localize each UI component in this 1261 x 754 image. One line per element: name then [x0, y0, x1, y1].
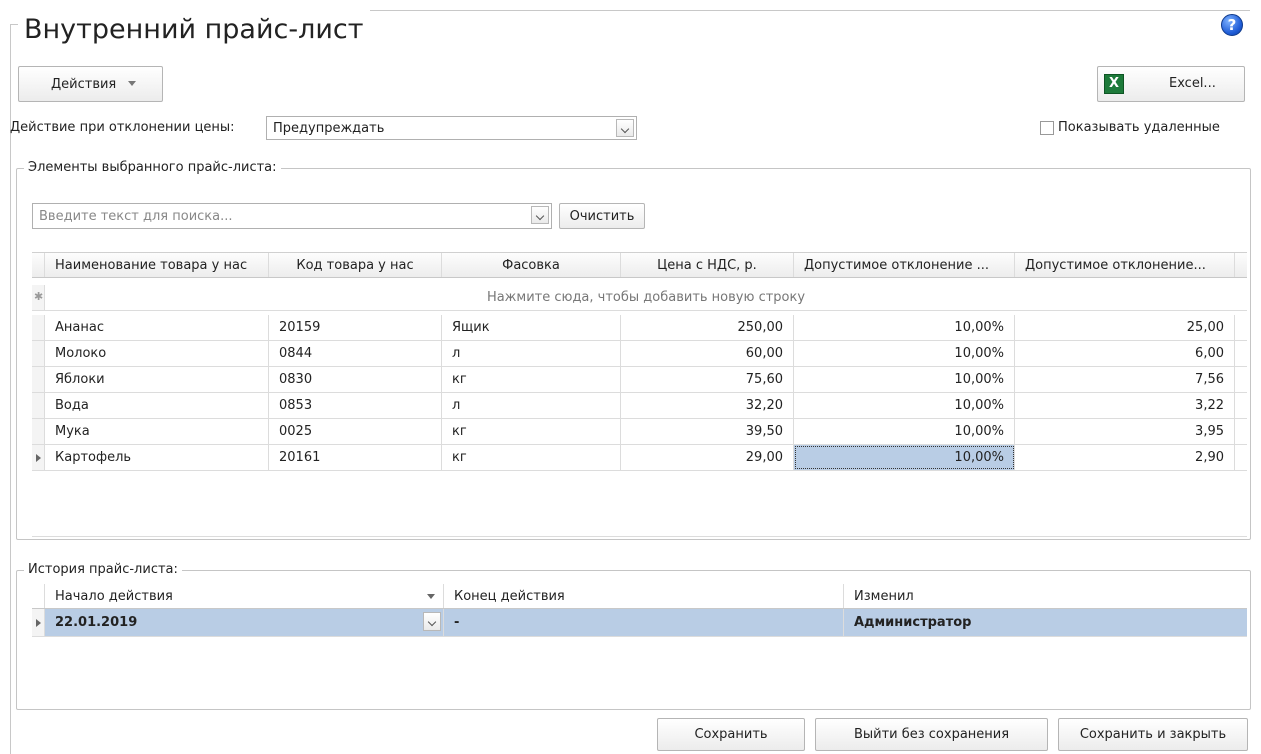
cell-deviation-amount[interactable]: 3,22 — [1015, 393, 1235, 418]
history-legend: История прайс-листа: — [24, 562, 182, 577]
column-header[interactable]: Начало действия — [45, 584, 444, 608]
cell-code[interactable]: 0853 — [269, 393, 442, 418]
cell-name[interactable]: Молоко — [45, 341, 269, 366]
current-row-icon — [36, 454, 41, 462]
new-row[interactable]: ✱ Нажмите сюда, чтобы добавить новую стр… — [32, 285, 1247, 311]
cell-deviation-amount[interactable]: 25,00 — [1015, 315, 1235, 340]
cell-name[interactable]: Картофель — [45, 445, 269, 470]
cell-deviation-percent[interactable]: 10,00% — [794, 341, 1015, 366]
table-row[interactable]: Молоко 0844 л 60,00 10,00% 6,00 — [32, 341, 1247, 367]
price-deviation-value: Предупреждать — [273, 121, 385, 136]
table-header: Наименование товара у нас Код товара у н… — [32, 252, 1247, 278]
page-title: Внутренний прайс-лист — [24, 14, 364, 45]
chevron-down-icon — [128, 81, 136, 86]
cell-deviation-percent[interactable]: 10,00% — [794, 393, 1015, 418]
question-icon[interactable]: ? — [1221, 14, 1243, 36]
window-frame-corner — [10, 24, 18, 25]
save-button[interactable]: Сохранить — [657, 718, 805, 751]
new-row-hint[interactable]: Нажмите сюда, чтобы добавить новую строк… — [45, 285, 1247, 310]
cell-pack[interactable]: л — [442, 341, 621, 366]
cell-deviation-amount[interactable]: 3,95 — [1015, 419, 1235, 444]
column-header[interactable]: Допустимое отклонение... — [1015, 253, 1235, 277]
cell-price[interactable]: 75,60 — [621, 367, 794, 392]
cell-code[interactable]: 0025 — [269, 419, 442, 444]
cell-code[interactable]: 0830 — [269, 367, 442, 392]
cell-code[interactable]: 20161 — [269, 445, 442, 470]
cell-deviation-percent[interactable]: 10,00% — [794, 445, 1015, 470]
show-deleted-toggle[interactable]: Показывать удаленные — [1040, 120, 1220, 135]
cell-price[interactable]: 60,00 — [621, 341, 794, 366]
price-deviation-select[interactable]: Предупреждать — [266, 116, 637, 140]
cell-deviation-percent[interactable]: 10,00% — [794, 315, 1015, 340]
search-input[interactable]: Введите текст для поиска... — [32, 203, 552, 229]
excel-export-button[interactable]: X Excel... — [1097, 66, 1245, 102]
cell-name[interactable]: Вода — [45, 393, 269, 418]
cell-deviation-amount[interactable]: 7,56 — [1015, 367, 1235, 392]
actions-label: Действия — [51, 76, 117, 92]
cell-pack[interactable]: л — [442, 393, 621, 418]
cell-deviation-amount[interactable]: 2,90 — [1015, 445, 1235, 470]
table-row[interactable]: Картофель 20161 кг 29,00 10,00% 2,90 — [32, 445, 1247, 471]
table-row[interactable]: Мука 0025 кг 39,50 10,00% 3,95 — [32, 419, 1247, 445]
cell-price[interactable]: 29,00 — [621, 445, 794, 470]
search-placeholder: Введите текст для поиска... — [39, 209, 233, 224]
start-date-value: 22.01.2019 — [55, 615, 138, 630]
show-deleted-checkbox[interactable] — [1040, 120, 1054, 135]
show-deleted-label: Показывать удаленные — [1058, 120, 1220, 135]
cell-price[interactable]: 250,00 — [621, 315, 794, 340]
column-header[interactable]: Наименование товара у нас — [45, 253, 269, 277]
table-row[interactable]: 22.01.2019 - Администратор — [32, 609, 1247, 637]
cell-name[interactable]: Мука — [45, 419, 269, 444]
cell-name[interactable]: Ананас — [45, 315, 269, 340]
cell-start-date[interactable]: 22.01.2019 — [45, 609, 444, 636]
history-header: Начало действия Конец действия Изменил — [32, 584, 1247, 609]
table-row[interactable]: Яблоки 0830 кг 75,60 10,00% 7,56 — [32, 367, 1247, 393]
column-header[interactable]: Фасовка — [442, 253, 621, 277]
excel-icon: X — [1104, 74, 1124, 94]
window-frame-top — [370, 10, 1250, 11]
exit-without-saving-button[interactable]: Выйти без сохранения — [815, 718, 1048, 751]
cell-deviation-percent[interactable]: 10,00% — [794, 367, 1015, 392]
column-header[interactable]: Цена с НДС, р. — [621, 253, 794, 277]
new-row-icon: ✱ — [34, 290, 44, 303]
cell-name[interactable]: Яблоки — [45, 367, 269, 392]
elements-legend: Элементы выбранного прайс-листа: — [24, 160, 281, 175]
chevron-down-icon[interactable] — [531, 206, 549, 224]
cell-end-date[interactable]: - — [444, 609, 844, 636]
cell-pack[interactable]: кг — [442, 445, 621, 470]
table-row[interactable]: Вода 0853 л 32,20 10,00% 3,22 — [32, 393, 1247, 419]
save-and-close-button[interactable]: Сохранить и закрыть — [1058, 718, 1248, 751]
chevron-down-icon[interactable] — [616, 119, 634, 137]
cell-pack[interactable]: кг — [442, 367, 621, 392]
cell-price[interactable]: 39,50 — [621, 419, 794, 444]
cell-deviation-amount[interactable]: 6,00 — [1015, 341, 1235, 366]
table-row[interactable]: Ананас 20159 Ящик 250,00 10,00% 25,00 — [32, 315, 1247, 341]
excel-label: Excel... — [1169, 76, 1216, 91]
column-header[interactable]: Код товара у нас — [269, 253, 442, 277]
table-bottom-border — [32, 536, 1247, 537]
chevron-down-icon[interactable] — [423, 612, 441, 631]
current-row-icon — [36, 619, 41, 627]
cell-pack[interactable]: кг — [442, 419, 621, 444]
actions-dropdown-button[interactable]: Действия — [18, 66, 163, 102]
column-header-label: Начало действия — [55, 588, 173, 604]
cell-changed-by[interactable]: Администратор — [844, 609, 1247, 636]
cell-deviation-percent[interactable]: 10,00% — [794, 419, 1015, 444]
clear-button[interactable]: Очистить — [559, 203, 645, 229]
column-header[interactable]: Конец действия — [444, 584, 844, 608]
cell-pack[interactable]: Ящик — [442, 315, 621, 340]
sort-down-icon — [427, 594, 435, 599]
price-deviation-label: Действие при отклонении цены: — [10, 120, 235, 135]
cell-price[interactable]: 32,20 — [621, 393, 794, 418]
column-header[interactable]: Допустимое отклонение ... — [794, 253, 1015, 277]
cell-code[interactable]: 20159 — [269, 315, 442, 340]
column-header[interactable]: Изменил — [844, 584, 1247, 608]
cell-code[interactable]: 0844 — [269, 341, 442, 366]
